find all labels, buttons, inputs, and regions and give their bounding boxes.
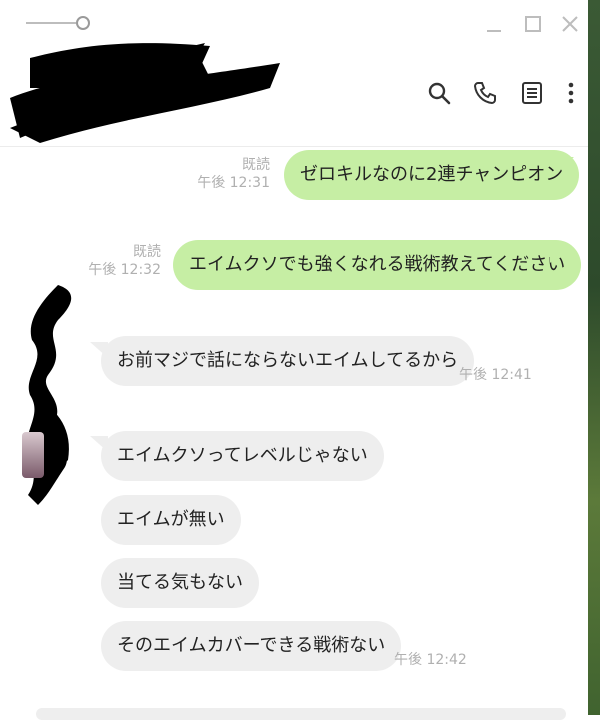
maximize-icon[interactable]: [521, 12, 545, 36]
notes-icon[interactable]: [519, 80, 545, 106]
outgoing-message[interactable]: ゼロキルなのに2連チャンピオン: [284, 150, 580, 200]
timestamp: 午後 12:42: [394, 652, 467, 668]
close-icon[interactable]: [558, 12, 582, 36]
message-meta: 既読 午後 12:31: [197, 156, 270, 192]
message-text: エイムが無い: [117, 509, 225, 530]
message-text: ゼロキルなのに2連チャンピオン: [300, 164, 564, 185]
message-text: エイムクソでも強くなれる戦術教えてください: [189, 254, 566, 275]
message-text: お前マジで話にならないエイムしてるから: [117, 350, 459, 371]
incoming-message[interactable]: お前マジで話にならないエイムしてるから: [101, 336, 475, 386]
read-receipt: 既読: [242, 157, 270, 173]
incoming-message[interactable]: そのエイムカバーできる戦術ない: [101, 621, 402, 671]
message-text: そのエイムカバーできる戦術ない: [117, 635, 386, 656]
header-divider: [0, 146, 588, 147]
message-meta: 既読 午後 12:32: [88, 243, 161, 279]
outgoing-message[interactable]: エイムクソでも強くなれる戦術教えてください: [173, 240, 582, 290]
minimize-icon[interactable]: [482, 12, 506, 36]
phone-icon[interactable]: [472, 80, 498, 106]
message-text: エイムクソってレベルじゃない: [117, 445, 368, 466]
timestamp: 午後 12:32: [88, 262, 161, 278]
chat-window: 既読 午後 12:31 ゼロキルなのに2連チャンピオン 既読 午後 12:32 …: [0, 0, 588, 720]
desktop-background: [588, 0, 600, 715]
message-text: 当てる気もない: [117, 572, 243, 593]
read-receipt: 既読: [133, 244, 161, 260]
redacted-contact-name: [10, 43, 280, 143]
more-vertical-icon[interactable]: [562, 80, 580, 106]
timestamp: 午後 12:41: [459, 367, 532, 383]
incoming-message[interactable]: 当てる気もない: [101, 558, 259, 608]
avatar-fragment: [22, 432, 44, 478]
incoming-message[interactable]: エイムが無い: [101, 495, 241, 545]
search-icon[interactable]: [426, 80, 452, 106]
incoming-message[interactable]: エイムクソってレベルじゃない: [101, 431, 384, 481]
message-input-edge[interactable]: [36, 708, 566, 720]
timestamp: 午後 12:31: [197, 175, 270, 191]
